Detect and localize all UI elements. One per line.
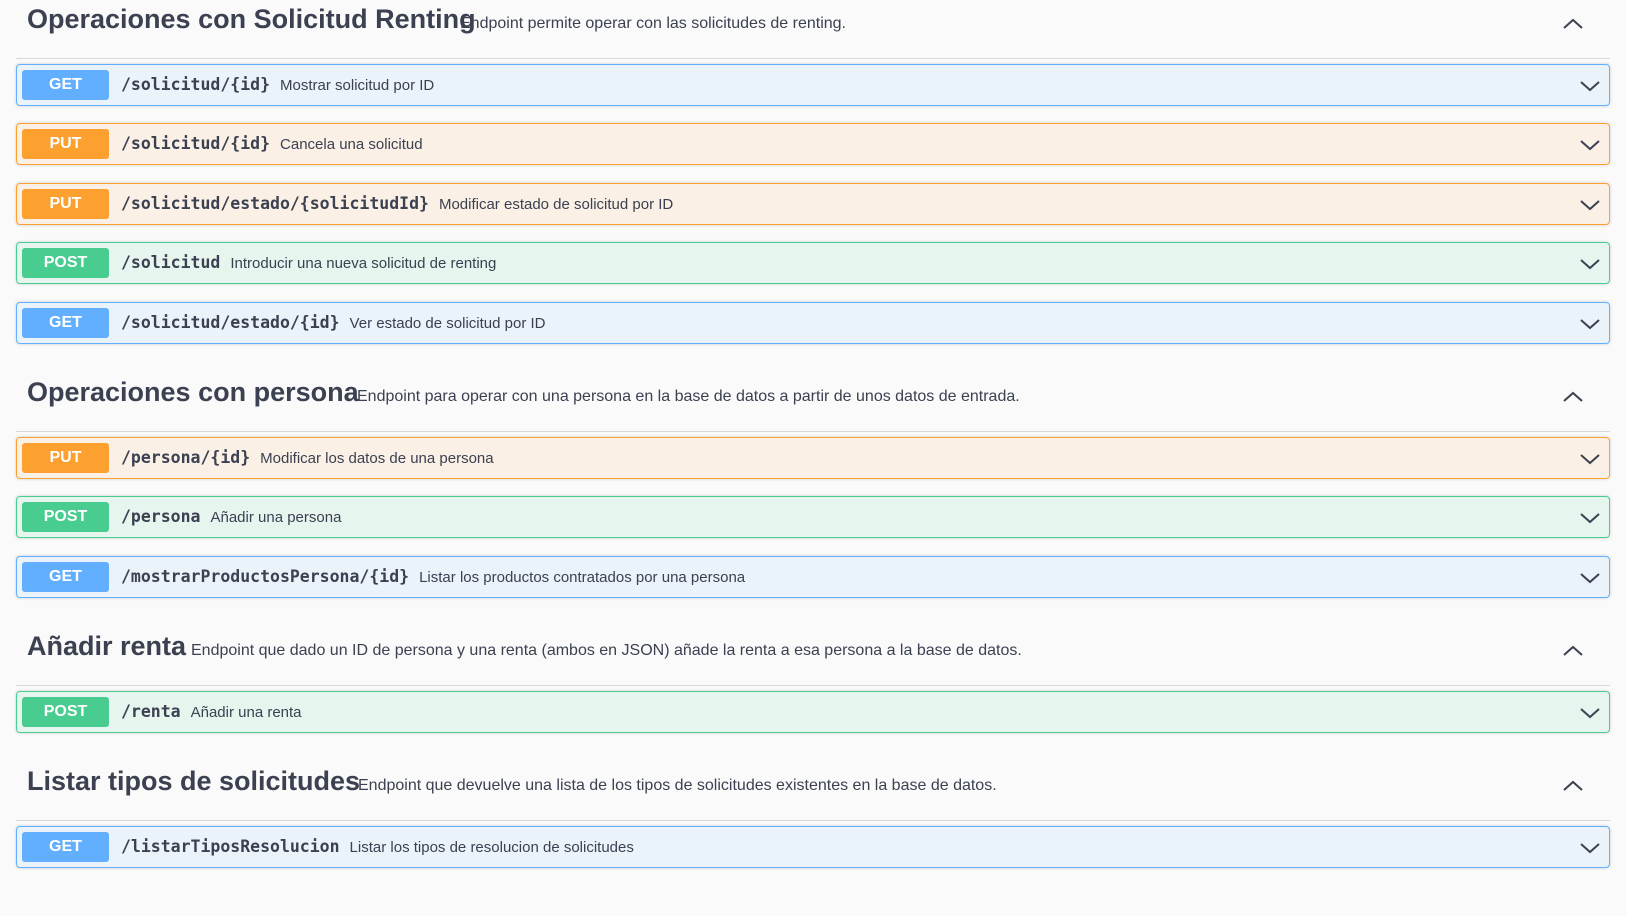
op-summary: Añadir una persona (210, 509, 342, 526)
op-path: /mostrarProductosPersona/{id} Listar los … (121, 567, 746, 586)
method-badge: POST (22, 248, 109, 278)
chevron-down-icon[interactable] (1578, 566, 1602, 590)
tag-section-solicitud: Operaciones con Solicitud Renting Endpoi… (0, 0, 1626, 59)
chevron-down-icon[interactable] (1578, 252, 1602, 276)
tag-header[interactable]: Añadir renta Endpoint que dado un ID de … (16, 627, 1610, 686)
chevron-up-icon[interactable] (1561, 385, 1585, 409)
swagger-operations-page: Operaciones con Solicitud Renting Endpoi… (0, 0, 1626, 916)
tag-header[interactable]: Operaciones con Solicitud Renting Endpoi… (16, 0, 1610, 59)
chevron-up-icon[interactable] (1561, 639, 1585, 663)
tag-title: Operaciones con persona (27, 377, 359, 407)
op-summary: Añadir una renta (190, 704, 302, 721)
tag-header[interactable]: Listar tipos de solicitudes Endpoint que… (16, 762, 1610, 821)
tag-title: Operaciones con Solicitud Renting (27, 4, 476, 34)
tag-title: Listar tipos de solicitudes (27, 766, 361, 796)
chevron-down-icon[interactable] (1578, 701, 1602, 725)
op-path: /persona/{id} Modificar los datos de una … (121, 448, 494, 467)
method-badge: PUT (22, 189, 109, 219)
opblock-put-solicitud-id[interactable]: PUT /solicitud/{id} Cancela una solicitud (16, 123, 1610, 165)
chevron-down-icon[interactable] (1578, 74, 1602, 98)
method-badge: POST (22, 697, 109, 727)
tag-section-renta: Añadir renta Endpoint que dado un ID de … (0, 627, 1626, 686)
method-badge: PUT (22, 443, 109, 473)
chevron-down-icon[interactable] (1578, 133, 1602, 157)
op-summary: Mostrar solicitud por ID (280, 77, 435, 94)
method-badge: GET (22, 308, 109, 338)
tag-description: Endpoint que dado un ID de persona y una… (191, 642, 1022, 659)
opblock-post-persona[interactable]: POST /persona Añadir una persona (16, 496, 1610, 538)
opblock-get-listar-tipos-resolucion[interactable]: GET /listarTiposResolucion Listar los tip… (16, 826, 1610, 868)
opblock-put-persona-id[interactable]: PUT /persona/{id} Modificar los datos de … (16, 437, 1610, 479)
opblock-get-solicitud-estado[interactable]: GET /solicitud/estado/{id} Ver estado de … (16, 302, 1610, 344)
op-summary: Modificar los datos de una persona (260, 450, 494, 467)
chevron-down-icon[interactable] (1578, 506, 1602, 530)
op-path: /solicitud/{id} Mostrar solicitud por ID (121, 75, 435, 94)
op-summary: Listar los productos contratados por una… (419, 569, 746, 586)
op-path: /solicitud/{id} Cancela una solicitud (121, 134, 423, 153)
tag-section-persona: Operaciones con persona Endpoint para op… (0, 373, 1626, 432)
opblock-post-solicitud[interactable]: POST /solicitud Introducir una nueva soli… (16, 242, 1610, 284)
chevron-down-icon[interactable] (1578, 312, 1602, 336)
op-path: /renta Añadir una renta (121, 702, 302, 721)
op-path: /listarTiposResolucion Listar los tipos d… (121, 837, 634, 856)
tag-header[interactable]: Operaciones con persona Endpoint para op… (16, 373, 1610, 432)
method-badge: GET (22, 832, 109, 862)
chevron-down-icon[interactable] (1578, 836, 1602, 860)
opblock-get-mostrar-productos-persona[interactable]: GET /mostrarProductosPersona/{id} Listar … (16, 556, 1610, 598)
opblock-put-solicitud-estado[interactable]: PUT /solicitud/estado/{solicitudId} Modif… (16, 183, 1610, 225)
method-badge: GET (22, 70, 109, 100)
chevron-up-icon[interactable] (1561, 774, 1585, 798)
op-summary: Modificar estado de solicitud por ID (438, 196, 674, 213)
op-path: /solicitud Introducir una nueva solicitud… (121, 253, 497, 272)
tag-description: Endpoint permite operar con las solicitu… (460, 15, 846, 32)
tag-description: Endpoint para operar con una persona en … (357, 388, 1020, 405)
op-path: /solicitud/estado/{solicitudId} Modificar… (121, 194, 674, 213)
opblock-post-renta[interactable]: POST /renta Añadir una renta (16, 691, 1610, 733)
tag-title: Añadir renta (27, 631, 187, 661)
chevron-up-icon[interactable] (1561, 12, 1585, 36)
op-path: /solicitud/estado/{id} Ver estado de soli… (121, 313, 546, 332)
method-badge: GET (22, 562, 109, 592)
op-path: /persona Añadir una persona (121, 507, 342, 526)
op-summary: Introducir una nueva solicitud de rentin… (230, 255, 497, 272)
tag-description: Endpoint que devuelve una lista de los t… (358, 777, 997, 794)
chevron-down-icon[interactable] (1578, 447, 1602, 471)
opblock-get-solicitud-id[interactable]: GET /solicitud/{id} Mostrar solicitud por… (16, 64, 1610, 106)
method-badge: POST (22, 502, 109, 532)
method-badge: PUT (22, 129, 109, 159)
tag-section-tipos-solicitudes: Listar tipos de solicitudes Endpoint que… (0, 762, 1626, 821)
chevron-down-icon[interactable] (1578, 193, 1602, 217)
op-summary: Ver estado de solicitud por ID (349, 315, 546, 332)
op-summary: Listar los tipos de resolucion de solici… (349, 839, 634, 856)
op-summary: Cancela una solicitud (280, 136, 423, 153)
